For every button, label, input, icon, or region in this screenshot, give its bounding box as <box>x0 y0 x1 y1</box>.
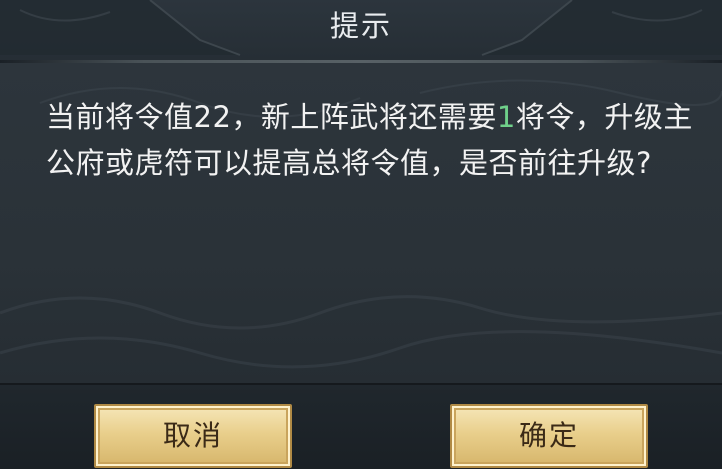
cancel-button[interactable]: 取消 <box>94 404 292 468</box>
dialog-header: 提示 <box>0 0 722 60</box>
prompt-dialog: 提示 当前将令值22，新上阵武将还需要1将令，升级主公府或虎符可以提高总将令值，… <box>0 0 722 469</box>
confirm-button[interactable]: 确定 <box>450 404 648 468</box>
message-text-before: 当前将令值22，新上阵武将还需要 <box>46 100 497 134</box>
dialog-message: 当前将令值22，新上阵武将还需要1将令，升级主公府或虎符可以提高总将令值，是否前… <box>46 94 696 186</box>
message-highlight-value: 1 <box>496 100 516 134</box>
dialog-title: 提示 <box>329 9 392 43</box>
